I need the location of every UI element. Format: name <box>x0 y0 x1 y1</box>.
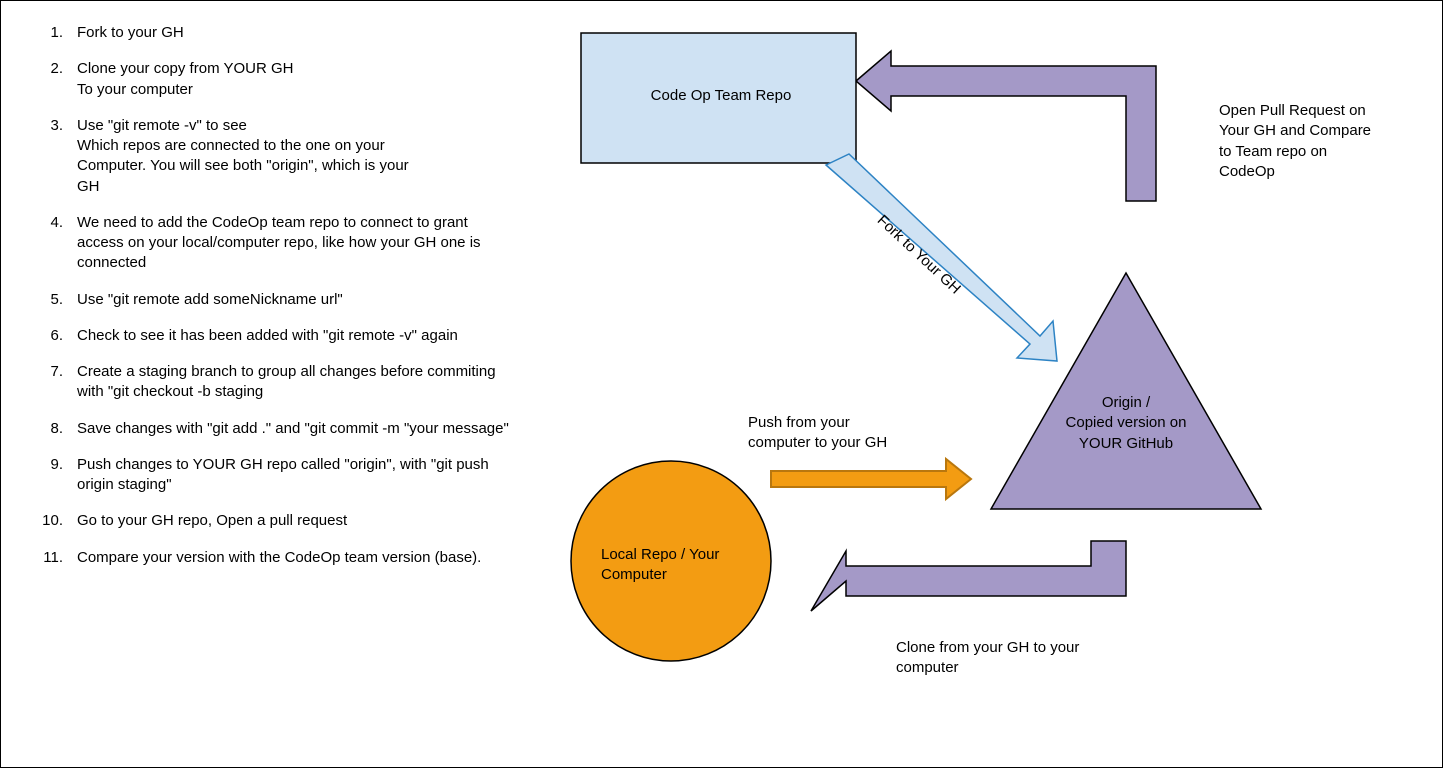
step-5: 5. Use "git remote add someNickname url" <box>37 290 517 310</box>
step-number: 9. <box>37 455 77 496</box>
push-label: Push from your computer to your GH <box>748 413 887 454</box>
push-arrow <box>771 459 971 499</box>
git-workflow-diagram: Code Op Team Repo Origin / Copied versio… <box>556 1 1436 761</box>
step-text: Use "git remote add someNickname url" <box>77 290 517 310</box>
step-number: 6. <box>37 326 77 346</box>
step-text: Push changes to YOUR GH repo called "ori… <box>77 455 517 496</box>
fork-arrow <box>826 154 1057 361</box>
pull-request-arrow <box>856 51 1156 201</box>
step-text: Save changes with "git add ." and "git c… <box>77 419 517 439</box>
step-number: 3. <box>37 116 77 197</box>
step-3: 3. Use "git remote -v" to seeWhich repos… <box>37 116 517 197</box>
step-text: Use "git remote -v" to seeWhich repos ar… <box>77 116 517 197</box>
step-text: Create a staging branch to group all cha… <box>77 362 517 403</box>
step-11: 11. Compare your version with the CodeOp… <box>37 548 517 568</box>
step-number: 4. <box>37 213 77 274</box>
clone-label: Clone from your GH to your computer <box>896 638 1079 679</box>
step-number: 5. <box>37 290 77 310</box>
step-text: Check to see it has been added with "git… <box>77 326 517 346</box>
step-text: Compare your version with the CodeOp tea… <box>77 548 517 568</box>
step-text: Go to your GH repo, Open a pull request <box>77 511 517 531</box>
step-2: 2. Clone your copy from YOUR GHTo your c… <box>37 59 517 100</box>
step-7: 7. Create a staging branch to group all … <box>37 362 517 403</box>
step-number: 10. <box>37 511 77 531</box>
step-text: Fork to your GH <box>77 23 517 43</box>
step-6: 6. Check to see it has been added with "… <box>37 326 517 346</box>
step-9: 9. Push changes to YOUR GH repo called "… <box>37 455 517 496</box>
origin-triangle <box>991 273 1261 509</box>
step-10: 10. Go to your GH repo, Open a pull requ… <box>37 511 517 531</box>
step-number: 7. <box>37 362 77 403</box>
step-number: 8. <box>37 419 77 439</box>
pr-label: Open Pull Request on Your GH and Compare… <box>1219 101 1371 182</box>
clone-arrow <box>811 541 1126 611</box>
step-number: 11. <box>37 548 77 568</box>
local-repo-label: Local Repo / Your Computer <box>601 545 746 586</box>
origin-label: Origin / Copied version on YOUR GitHub <box>1046 393 1206 454</box>
step-1: 1. Fork to your GH <box>37 23 517 43</box>
step-number: 1. <box>37 23 77 43</box>
step-number: 2. <box>37 59 77 100</box>
step-4: 4. We need to add the CodeOp team repo t… <box>37 213 517 274</box>
steps-list: 1. Fork to your GH 2. Clone your copy fr… <box>37 23 517 584</box>
team-repo-label: Code Op Team Repo <box>616 86 826 106</box>
step-8: 8. Save changes with "git add ." and "gi… <box>37 419 517 439</box>
step-text: Clone your copy from YOUR GHTo your comp… <box>77 59 517 100</box>
step-text: We need to add the CodeOp team repo to c… <box>77 213 517 274</box>
